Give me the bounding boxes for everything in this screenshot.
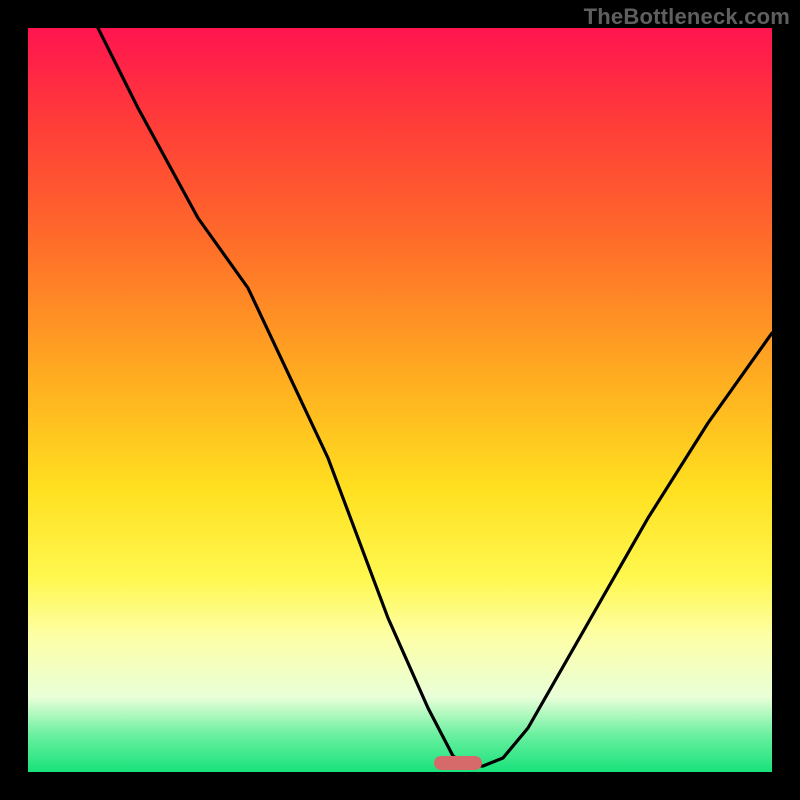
chart-frame: TheBottleneck.com bbox=[0, 0, 800, 800]
optimal-marker bbox=[434, 756, 482, 770]
plot-area bbox=[28, 28, 772, 772]
watermark-text: TheBottleneck.com bbox=[584, 4, 790, 30]
curve-svg bbox=[28, 28, 772, 772]
bottleneck-curve bbox=[98, 28, 772, 766]
